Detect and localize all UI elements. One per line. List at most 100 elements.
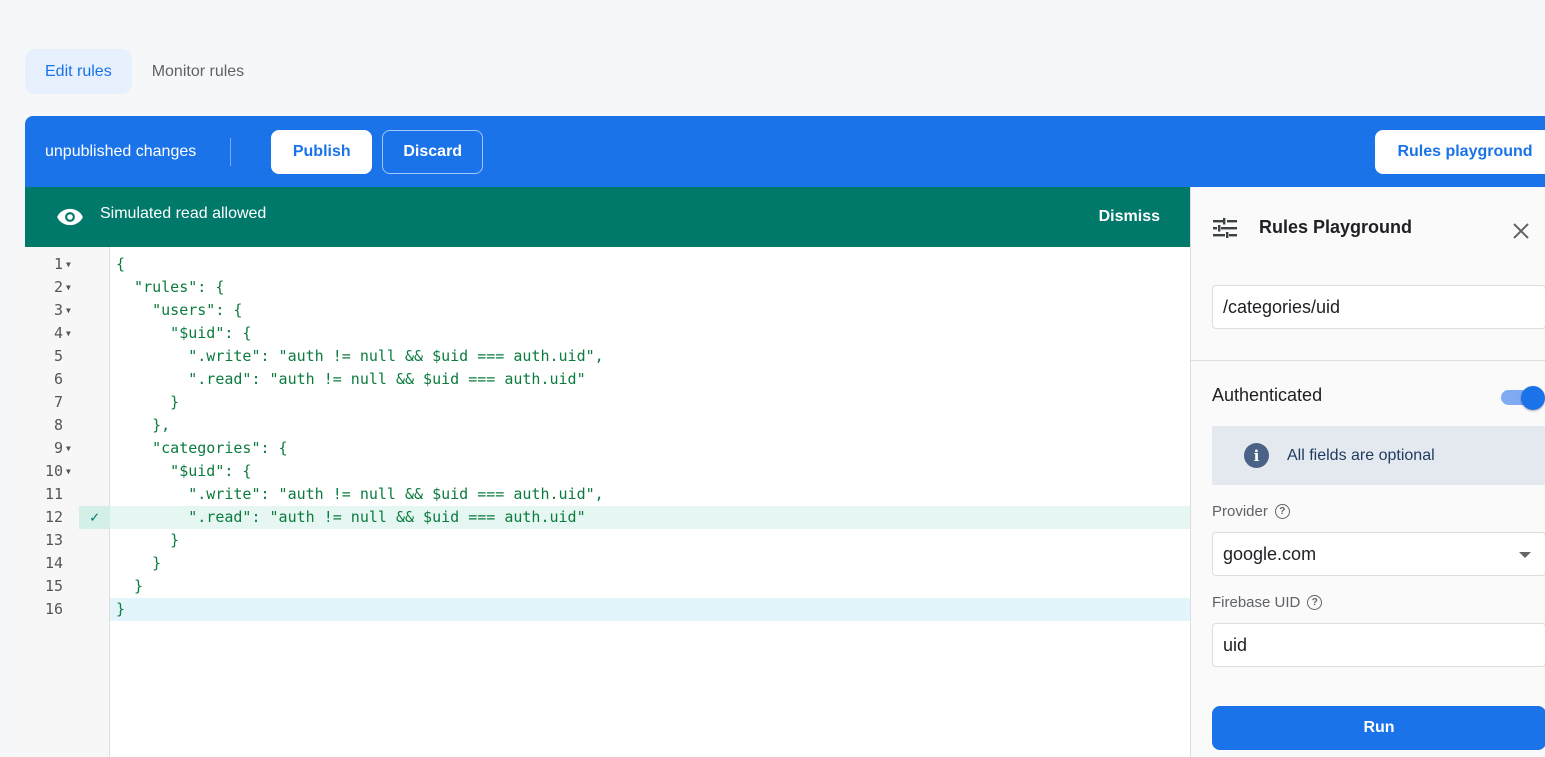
code-text: "categories": { (116, 439, 288, 457)
firebase-uid-label: Firebase UID ? (1212, 594, 1323, 611)
line-number: 11 (44, 485, 63, 503)
line-marker (79, 276, 110, 299)
line-marker (79, 391, 110, 414)
line-number: 14 (44, 554, 63, 572)
code-line[interactable]: 9 ▼ "categories": { (25, 437, 1190, 460)
code-line[interactable]: 12 ✓ ".read": "auth != null && $uid === a… (25, 506, 1190, 529)
line-number: 12 (44, 508, 63, 526)
tune-icon (1213, 217, 1237, 238)
line-number: 13 (44, 531, 63, 549)
code-text: } (110, 598, 1190, 621)
help-icon[interactable]: ? (1307, 595, 1323, 610)
code-line[interactable]: 14 } (25, 552, 1190, 575)
code-line[interactable]: 7 } (25, 391, 1190, 414)
code-line[interactable]: 4 ▼ "$uid": { (25, 322, 1190, 345)
line-marker (79, 575, 110, 598)
line-marker (79, 598, 110, 621)
line-number: 2 (53, 278, 63, 296)
fold-arrow-icon[interactable]: ▼ (66, 322, 71, 345)
line-number: 9 (53, 439, 63, 457)
eye-icon (57, 208, 83, 226)
check-icon: ✓ (79, 506, 110, 529)
code-text: } (116, 554, 162, 572)
info-text: All fields are optional (1287, 446, 1435, 464)
line-marker (79, 345, 110, 368)
code-line[interactable]: 11 ".write": "auth != null && $uid === a… (25, 483, 1190, 506)
code-text: }, (116, 416, 171, 434)
line-number: 10 (44, 462, 63, 480)
discard-button[interactable]: Discard (382, 129, 484, 174)
code-line[interactable]: 16} (25, 598, 1190, 621)
code-text: ".write": "auth != null && $uid === auth… (116, 485, 604, 503)
location-input[interactable]: /categories/uid (1212, 285, 1545, 329)
code-line[interactable]: 1 ▼ { (25, 253, 1190, 276)
line-marker (79, 322, 110, 345)
close-icon[interactable] (1511, 221, 1531, 241)
code-line[interactable]: 3 ▼ "users": { (25, 299, 1190, 322)
fold-arrow-icon[interactable]: ▼ (66, 276, 71, 299)
provider-label-text: Provider (1212, 503, 1268, 520)
banner-message: Simulated read allowed (100, 205, 267, 222)
line-marker (79, 437, 110, 460)
info-icon: i (1244, 443, 1269, 468)
code-text: } (116, 393, 180, 411)
code-text: "rules": { (116, 278, 225, 296)
help-icon[interactable]: ? (1274, 504, 1290, 519)
line-number: 7 (53, 393, 63, 411)
provider-label: Provider ? (1212, 503, 1290, 520)
firebase-uid-label-text: Firebase UID (1212, 594, 1301, 611)
run-button[interactable]: Run (1212, 706, 1545, 750)
code-text: } (116, 577, 144, 595)
code-text: "users": { (116, 301, 243, 319)
line-number: 4 (53, 324, 63, 342)
tab-edit-rules[interactable]: Edit rules (25, 49, 132, 94)
dismiss-button[interactable]: Dismiss (1099, 208, 1160, 226)
line-number: 6 (53, 370, 63, 388)
line-marker (79, 414, 110, 437)
rules-playground-panel: Rules Playground /categories/uid Authent… (1190, 187, 1545, 757)
publish-toolbar: unpublished changes Publish Discard Rule… (25, 116, 1545, 187)
code-line[interactable]: 15 } (25, 575, 1190, 598)
fold-arrow-icon[interactable]: ▼ (66, 253, 71, 276)
code-text: ".read": "auth != null && $uid === auth.… (116, 370, 586, 388)
fold-arrow-icon[interactable]: ▼ (66, 460, 71, 483)
line-number: 15 (44, 577, 63, 595)
fold-arrow-icon[interactable]: ▼ (66, 299, 71, 322)
line-marker (79, 368, 110, 391)
divider (1191, 360, 1545, 361)
code-line[interactable]: 10 ▼ "$uid": { (25, 460, 1190, 483)
line-number: 5 (53, 347, 63, 365)
provider-value: google.com (1223, 543, 1317, 564)
line-marker (79, 460, 110, 483)
line-marker (79, 299, 110, 322)
tab-bar: Edit rules Monitor rules (25, 49, 264, 94)
code-text: ".read": "auth != null && $uid === auth.… (110, 506, 1190, 529)
panel-title: Rules Playground (1259, 217, 1413, 237)
code-line[interactable]: 5 ".write": "auth != null && $uid === au… (25, 345, 1190, 368)
line-marker (79, 552, 110, 575)
tab-monitor-rules[interactable]: Monitor rules (132, 49, 264, 94)
authenticated-label: Authenticated (1212, 385, 1323, 405)
line-marker (79, 529, 110, 552)
dropdown-arrow-icon (1519, 552, 1531, 558)
code-text: } (116, 531, 180, 549)
code-text: "$uid": { (116, 324, 252, 342)
line-number: 1 (53, 255, 63, 273)
info-notice: i All fields are optional (1212, 426, 1545, 485)
line-number: 3 (53, 301, 63, 319)
code-line[interactable]: 6 ".read": "auth != null && $uid === aut… (25, 368, 1190, 391)
line-marker (79, 253, 110, 276)
line-marker (79, 483, 110, 506)
unpublished-status: unpublished changes (45, 142, 197, 160)
provider-select[interactable]: google.com (1212, 532, 1545, 576)
code-line[interactable]: 8 }, (25, 414, 1190, 437)
code-editor[interactable]: 1 ▼{2 ▼ "rules": {3 ▼ "users": {4 ▼ "$uid": … (25, 247, 1190, 757)
code-line[interactable]: 13 } (25, 529, 1190, 552)
code-line[interactable]: 2 ▼ "rules": { (25, 276, 1190, 299)
authenticated-toggle[interactable] (1501, 385, 1545, 411)
firebase-uid-input[interactable]: uid (1212, 623, 1545, 667)
rules-playground-button[interactable]: Rules playground (1375, 129, 1545, 174)
line-number: 16 (44, 600, 63, 618)
publish-button[interactable]: Publish (271, 129, 373, 174)
fold-arrow-icon[interactable]: ▼ (66, 437, 71, 460)
